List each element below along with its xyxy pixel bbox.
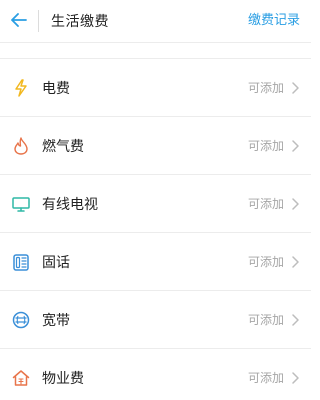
list-item-label: 宽带 xyxy=(42,312,70,329)
section-gap xyxy=(0,43,311,59)
chevron-right-icon xyxy=(292,313,299,326)
header-divider xyxy=(38,10,39,32)
arrow-left-icon xyxy=(11,12,27,31)
payment-list: 电费 可添加 燃气费 可添加 有线电视 可添加 固话 可添加 宽带 可添加 物业… xyxy=(0,59,311,400)
list-item-label: 电费 xyxy=(42,80,70,97)
list-item-right: 可添加 xyxy=(248,59,299,116)
lightning-icon xyxy=(12,78,30,97)
tv-icon xyxy=(12,195,30,213)
list-item-right: 可添加 xyxy=(248,233,299,290)
list-item-broadband[interactable]: 宽带 可添加 xyxy=(0,291,311,349)
list-item-property-fee[interactable]: 物业费 可添加 xyxy=(0,349,311,400)
list-item-status: 可添加 xyxy=(247,255,284,269)
list-item-gas[interactable]: 燃气费 可添加 xyxy=(0,117,311,175)
broadband-icon xyxy=(12,311,30,329)
list-item-status: 可添加 xyxy=(247,197,284,211)
list-item-status: 可添加 xyxy=(247,371,284,385)
list-item-cable-tv[interactable]: 有线电视 可添加 xyxy=(0,175,311,233)
chevron-right-icon xyxy=(292,81,299,94)
house-icon xyxy=(12,369,30,387)
list-item-label: 燃气费 xyxy=(42,138,84,155)
chevron-right-icon xyxy=(292,255,299,268)
list-item-landline[interactable]: 固话 可添加 xyxy=(0,233,311,291)
page: 生活缴费 缴费记录 电费 可添加 燃气费 可添加 有线电视 可添加 固话 可添加… xyxy=(0,0,311,400)
payment-records-link[interactable]: 缴费记录 xyxy=(248,0,300,42)
page-title: 生活缴费 xyxy=(51,14,109,30)
list-item-right: 可添加 xyxy=(248,291,299,348)
list-item-right: 可添加 xyxy=(248,349,299,400)
list-item-status: 可添加 xyxy=(247,139,284,153)
list-item-status: 可添加 xyxy=(247,81,284,95)
chevron-right-icon xyxy=(292,139,299,152)
flame-icon xyxy=(12,136,30,155)
chevron-right-icon xyxy=(292,371,299,384)
list-item-right: 可添加 xyxy=(248,117,299,174)
list-item-label: 有线电视 xyxy=(42,196,98,213)
top-bar: 生活缴费 缴费记录 xyxy=(0,0,311,43)
list-item-electricity[interactable]: 电费 可添加 xyxy=(0,59,311,117)
chevron-right-icon xyxy=(292,197,299,210)
list-item-status: 可添加 xyxy=(247,313,284,327)
list-item-right: 可添加 xyxy=(248,175,299,232)
list-item-label: 物业费 xyxy=(42,370,84,387)
list-item-label: 固话 xyxy=(42,254,70,271)
back-button[interactable] xyxy=(0,0,38,42)
phone-icon xyxy=(12,253,30,271)
